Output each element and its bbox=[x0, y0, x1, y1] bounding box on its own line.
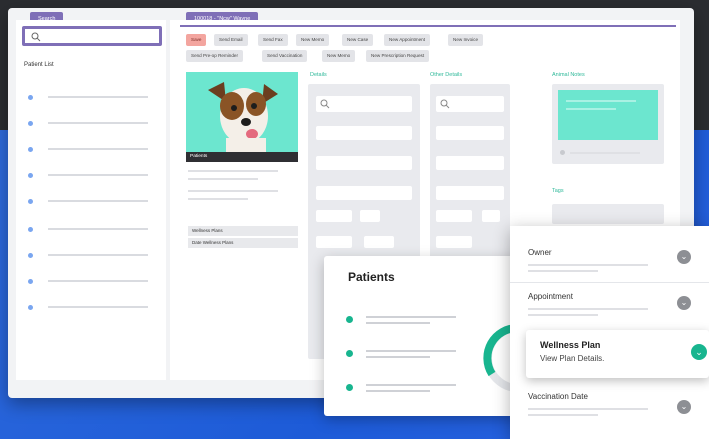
wellness-plans-button[interactable]: Wellness Plans bbox=[188, 226, 298, 236]
tags-heading: Tags bbox=[552, 188, 564, 194]
text-line bbox=[188, 190, 278, 192]
search-input[interactable] bbox=[22, 26, 162, 46]
list-item[interactable] bbox=[28, 226, 158, 236]
new-invoice-button[interactable]: New Invoice bbox=[448, 34, 484, 46]
new-appointment-button[interactable]: New Appointment bbox=[384, 34, 431, 46]
new-case-button[interactable]: New Case bbox=[342, 34, 374, 46]
owner-label: Owner bbox=[528, 248, 552, 257]
send-fax-button[interactable]: Send Fax bbox=[258, 34, 288, 46]
list-item[interactable] bbox=[28, 146, 158, 156]
patients-card: Patients bbox=[324, 256, 534, 416]
chevron-down-icon[interactable]: ⌄ bbox=[677, 400, 691, 414]
list-item[interactable] bbox=[28, 94, 158, 104]
chevron-down-icon[interactable]: ⌄ bbox=[677, 296, 691, 310]
vaccination-date-label: Vaccination Date bbox=[528, 392, 588, 401]
list-item[interactable] bbox=[28, 304, 158, 314]
wellness-plan-title: Wellness Plan bbox=[540, 340, 601, 350]
list-item[interactable] bbox=[28, 120, 158, 130]
details-field[interactable] bbox=[316, 156, 412, 170]
other-details-heading: Other Details bbox=[430, 72, 463, 78]
patients-card-title: Patients bbox=[348, 270, 395, 284]
search-icon bbox=[320, 99, 330, 109]
chevron-down-icon[interactable]: ⌄ bbox=[677, 250, 691, 264]
details-field[interactable] bbox=[316, 236, 352, 248]
list-item[interactable] bbox=[28, 252, 158, 262]
tags-field[interactable] bbox=[552, 204, 664, 224]
new-memo-button-2[interactable]: New Memo bbox=[322, 50, 356, 62]
text-line bbox=[188, 170, 278, 172]
text-line bbox=[188, 178, 258, 180]
tab-underline bbox=[180, 25, 676, 27]
send-email-button[interactable]: Send Email bbox=[214, 34, 248, 46]
search-icon bbox=[31, 32, 41, 42]
send-vaccination-button[interactable]: Send Vaccination bbox=[262, 50, 308, 62]
list-item[interactable] bbox=[28, 278, 158, 288]
save-button[interactable]: Save bbox=[186, 34, 207, 46]
new-prescription-request-button[interactable]: New Prescription Request bbox=[366, 50, 430, 62]
date-wellness-plans-button[interactable]: Date Wellness Plans bbox=[188, 238, 298, 248]
details-field[interactable] bbox=[316, 186, 412, 200]
animal-notes-heading: Animal Notes bbox=[552, 72, 585, 78]
other-details-field[interactable] bbox=[436, 210, 472, 222]
appointment-label: Appointment bbox=[528, 292, 573, 301]
patient-list-label: Patient List bbox=[24, 62, 54, 68]
wellness-plan-card[interactable]: Wellness Plan View Plan Details. ⌄ bbox=[526, 330, 709, 378]
other-details-field[interactable] bbox=[436, 156, 504, 170]
details-heading: Details bbox=[310, 72, 327, 78]
details-field[interactable] bbox=[316, 210, 352, 222]
other-details-field[interactable] bbox=[436, 126, 504, 140]
patient-photo-caption: Patients bbox=[186, 152, 298, 162]
view-plan-details-link[interactable]: View Plan Details. bbox=[540, 354, 604, 363]
other-details-search-field[interactable] bbox=[436, 96, 504, 112]
animal-notes-box bbox=[552, 84, 664, 164]
details-field[interactable] bbox=[316, 126, 412, 140]
details-field[interactable] bbox=[360, 210, 380, 222]
details-field[interactable] bbox=[364, 236, 394, 248]
list-item[interactable] bbox=[28, 198, 158, 208]
other-details-field[interactable] bbox=[436, 186, 504, 200]
other-details-field[interactable] bbox=[436, 236, 472, 248]
animal-notes-content bbox=[558, 90, 658, 140]
other-details-field[interactable] bbox=[482, 210, 500, 222]
text-line bbox=[188, 198, 248, 200]
chevron-down-icon[interactable]: ⌄ bbox=[691, 344, 707, 360]
send-preop-reminder-button[interactable]: Send Pre-op Reminder bbox=[186, 50, 243, 62]
patient-photo bbox=[186, 72, 298, 152]
list-item[interactable] bbox=[28, 172, 158, 182]
new-memo-button[interactable]: New Memo bbox=[296, 34, 330, 46]
details-search-field[interactable] bbox=[316, 96, 412, 112]
search-icon bbox=[440, 99, 450, 109]
